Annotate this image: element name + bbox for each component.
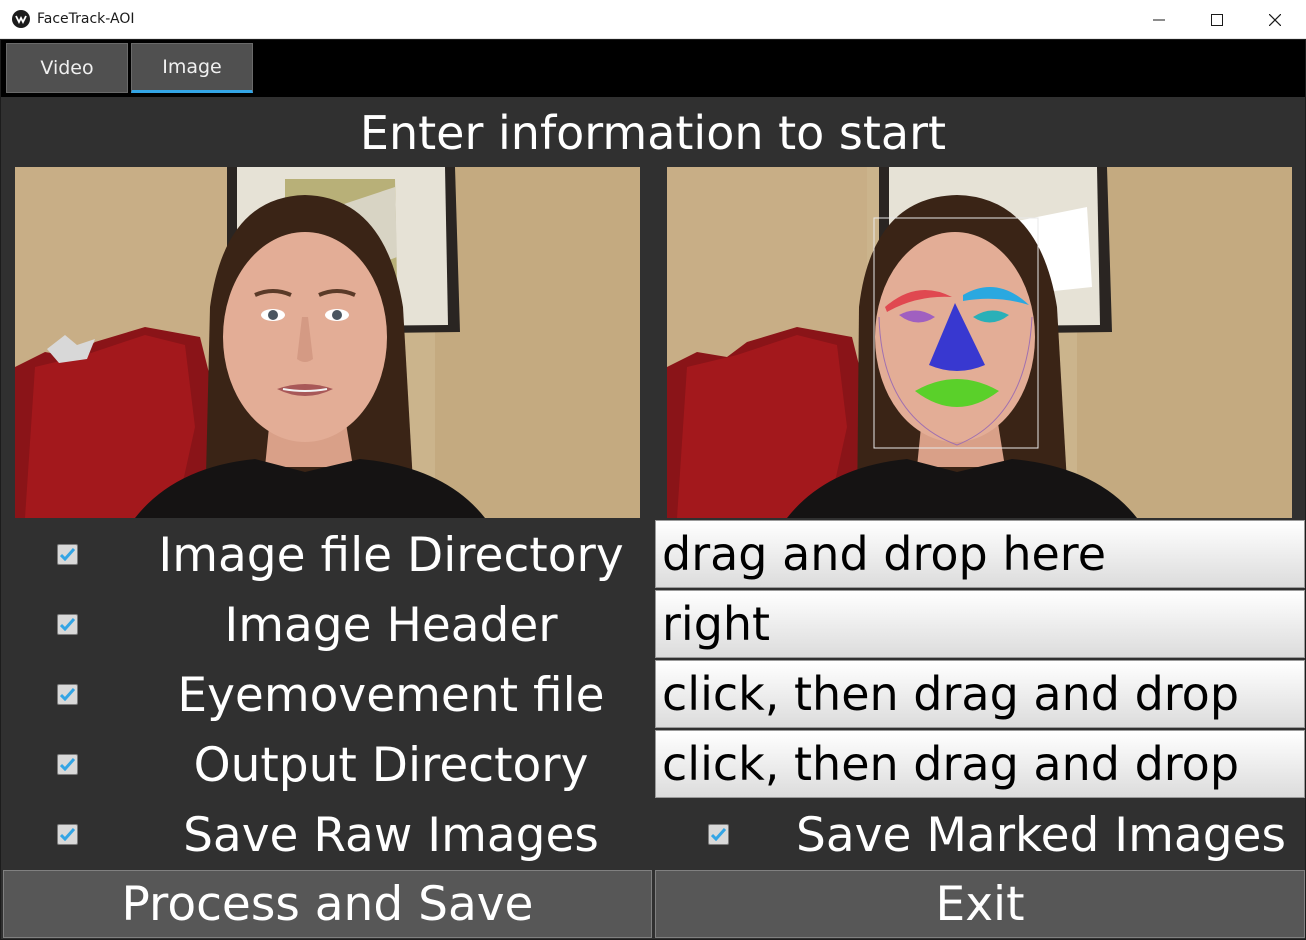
eyemovement-checkbox[interactable] [57,684,78,705]
app-body: Video Image Enter information to start I… [0,39,1306,940]
raw-image-preview [15,167,640,518]
window-titlebar: FaceTrack-AOI [0,0,1306,39]
save-raw-checkbox[interactable] [57,824,78,845]
close-icon [1269,13,1281,26]
minimize-button[interactable] [1130,0,1188,39]
maximize-button[interactable] [1188,0,1246,39]
process-and-save-button[interactable]: Process and Save [3,870,652,938]
tab-video[interactable]: Video [6,43,128,93]
save-marked-checkbox[interactable] [708,824,729,845]
checkmark-icon [711,828,726,841]
window-title: FaceTrack-AOI [37,11,135,27]
image-header-field[interactable]: right [655,590,1305,658]
app-logo-icon [12,10,30,28]
image-header-checkbox[interactable] [57,614,78,635]
output-dir-field[interactable]: click, then drag and drop [655,730,1305,798]
checkmark-icon [60,688,75,701]
tab-image[interactable]: Image [131,43,253,93]
checkmark-icon [60,828,75,841]
output-dir-checkbox[interactable] [57,754,78,775]
save-raw-label: Save Raw Images [183,808,599,863]
maximize-icon [1211,13,1223,26]
eyemovement-field[interactable]: click, then drag and drop [655,660,1305,728]
marked-image-preview [667,167,1292,518]
exit-button[interactable]: Exit [655,870,1305,938]
checkmark-icon [60,618,75,631]
image-dir-label: Image file Directory [158,528,624,583]
checkmark-icon [60,758,75,771]
page-heading: Enter information to start [359,106,947,160]
output-dir-label: Output Directory [193,738,589,793]
image-header-label: Image Header [224,598,558,653]
eyemovement-label: Eyemovement file [177,668,605,723]
image-dir-field[interactable]: drag and drop here [655,520,1305,588]
close-button[interactable] [1246,0,1304,39]
minimize-icon [1153,19,1165,20]
tab-strip: Video Image [1,40,1305,97]
image-dir-checkbox[interactable] [57,544,78,565]
checkmark-icon [60,548,75,561]
save-marked-label: Save Marked Images [796,808,1286,863]
